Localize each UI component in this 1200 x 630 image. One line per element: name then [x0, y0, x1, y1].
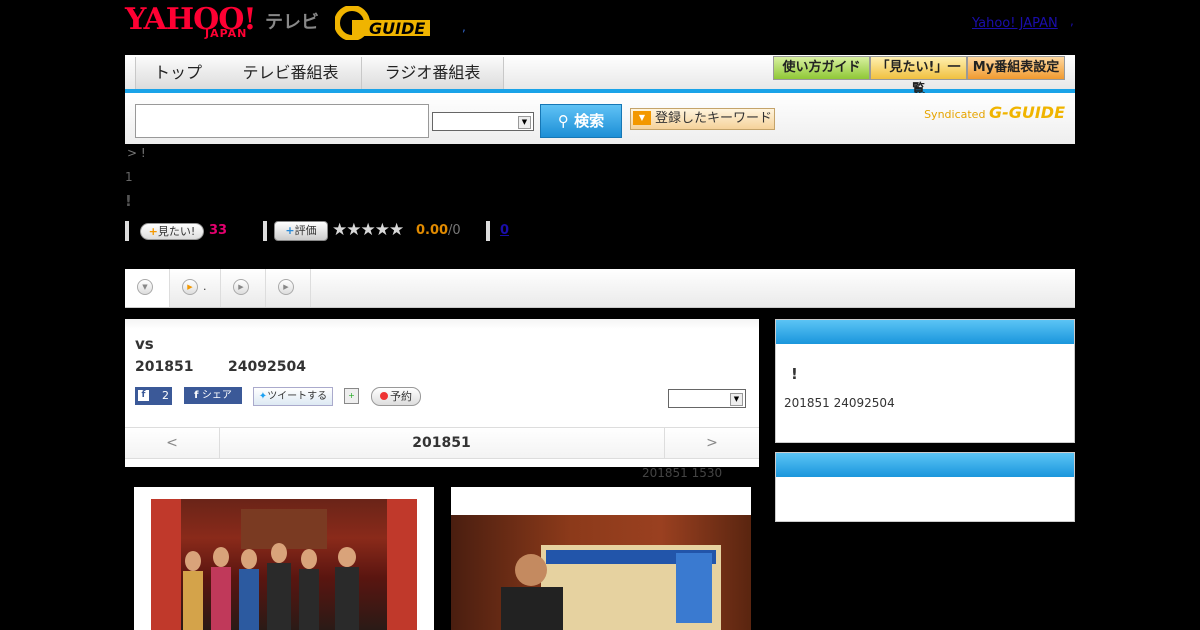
tab-overview[interactable]: ▼ [125, 269, 170, 307]
dropdown-arrow-icon: ▼ [633, 111, 651, 125]
my-schedule-settings-button[interactable]: My番組表設定 [967, 56, 1065, 80]
host-and-board [501, 545, 721, 630]
sidebar-related-box [775, 452, 1075, 522]
reserve-button[interactable]: 予約 [371, 387, 421, 406]
search-category-select[interactable]: ▼ [432, 112, 534, 131]
search-bar: ▼ ⚲ 検索 ▼ 登録したキーワード Syndicated G-GUIDE [125, 93, 1075, 144]
rate-button[interactable]: +評価 [274, 221, 328, 241]
mitai-list-button[interactable]: 「見たい!」一覧 [870, 56, 967, 97]
yahoo-japan-link[interactable]: Yahoo! JAPAN [972, 16, 1058, 31]
syndicated-gguide-badge: Syndicated G-GUIDE [924, 103, 1065, 122]
sidebar-broadcast-box: ! 201851 24092504 [775, 319, 1075, 443]
rating-total: /0 [448, 223, 461, 238]
rating-score: 0.00 [416, 223, 449, 238]
play-icon: ▶ [233, 279, 249, 295]
content-tabs: ▼ ▶ . ▶ ▶ [125, 269, 1075, 308]
search-icon: ⚲ [557, 112, 569, 130]
mitai-count: 33 [209, 223, 228, 238]
facebook-share-button[interactable]: f シェア [184, 387, 242, 404]
mitai-label: 見たい! [157, 225, 196, 238]
facebook-icon: f [194, 390, 202, 401]
registered-keywords-button[interactable]: ▼ 登録したキーワード [630, 108, 775, 130]
comment-count-link[interactable]: 0 [500, 223, 509, 238]
program-image-1[interactable] [134, 487, 434, 630]
play-icon: ▶ [182, 279, 198, 295]
reserve-label: 予約 [390, 390, 412, 403]
chevron-down-icon: ▼ [518, 116, 531, 129]
header-separator: , [462, 20, 466, 34]
studio-photo-cast [151, 499, 417, 630]
chevron-down-icon: ▼ [137, 279, 153, 295]
tweet-label: ツイートする [267, 391, 328, 402]
syndicated-brand: G-GUIDE [988, 103, 1065, 122]
program-detail-panel: vs 201851 24092504 f 2 f シェア ✦ツイートする + 予… [125, 319, 759, 467]
sidebar-program-title: ! [791, 365, 798, 383]
studio-photo-host [451, 515, 751, 630]
nav-tab-radio-schedule[interactable]: ラジオ番組表 [362, 57, 504, 89]
facebook-share-label: シェア [201, 390, 232, 401]
divider [263, 221, 267, 241]
chevron-down-icon: ▼ [730, 393, 743, 406]
twitter-icon: ✦ [258, 391, 268, 402]
star-rating-icon: ★★★★★ [332, 220, 404, 240]
nav-tab-top[interactable]: トップ [135, 57, 221, 89]
pager-next-button[interactable]: > [664, 428, 759, 458]
date-pager: < 201851 > [125, 427, 759, 459]
plus-icon: + [285, 224, 295, 237]
broadcast-date: 201851 [135, 359, 194, 375]
registered-keywords-label: 登録したキーワード [655, 111, 773, 126]
program-image-2[interactable] [451, 487, 751, 630]
divider [486, 221, 490, 241]
yahoo-japan-sublogo: JAPAN [205, 27, 248, 40]
program-stats: +見たい! 33 +評価 ★★★★★ 0.00 /0 0 [125, 220, 525, 241]
guide-button[interactable]: 使い方ガイド [773, 56, 870, 80]
header-link-separator: , [1070, 14, 1074, 28]
plus-icon: + [148, 225, 158, 238]
nav-tab-tv-schedule[interactable]: テレビ番組表 [220, 57, 362, 89]
mitai-button[interactable]: +見たい! [140, 223, 204, 240]
play-icon: ▶ [278, 279, 294, 295]
syndicated-label: Syndicated [924, 108, 986, 121]
search-button[interactable]: ⚲ 検索 [540, 104, 622, 138]
divider [125, 221, 129, 241]
calendar-add-icon[interactable]: + [344, 388, 359, 404]
main-nav: トップ テレビ番組表 ラジオ番組表 使い方ガイド 「見たい!」一覧 My番組表設… [125, 55, 1075, 97]
facebook-icon: f [138, 390, 149, 401]
facebook-like-button[interactable]: f 2 [135, 387, 172, 405]
pager-current-date: 201851 [412, 435, 471, 451]
tab-2-label: . [203, 280, 207, 293]
update-timestamp: 201851 1530 [642, 466, 723, 480]
facebook-like-count: 2 [162, 389, 169, 402]
rate-label: 評価 [294, 224, 317, 237]
tab-2[interactable]: ▶ . [170, 269, 221, 307]
tab-4[interactable]: ▶ [266, 269, 311, 307]
tweet-button[interactable]: ✦ツイートする [253, 387, 333, 406]
search-button-label: 検索 [574, 112, 605, 130]
sidebar-broadcast-datetime: 201851 24092504 [784, 396, 895, 410]
program-meta-line: 1 [125, 170, 133, 184]
broadcast-time: 24092504 [228, 359, 306, 375]
tv-logo-text[interactable]: テレビ [265, 8, 319, 34]
episode-select[interactable]: ▼ [668, 389, 746, 408]
program-title: ! [125, 192, 132, 210]
gguide-logo[interactable]: GUIDE [335, 6, 430, 40]
sidebar-box-header [776, 453, 1074, 477]
search-input[interactable] [135, 104, 429, 138]
svg-text:GUIDE: GUIDE [369, 19, 425, 38]
episode-title: vs [135, 335, 154, 353]
record-icon [380, 392, 388, 400]
tab-3[interactable]: ▶ [221, 269, 266, 307]
breadcrumb: > ! [127, 146, 146, 160]
cast-silhouettes [151, 499, 417, 630]
sidebar-box-header [776, 320, 1074, 344]
pager-prev-button[interactable]: < [125, 428, 220, 458]
